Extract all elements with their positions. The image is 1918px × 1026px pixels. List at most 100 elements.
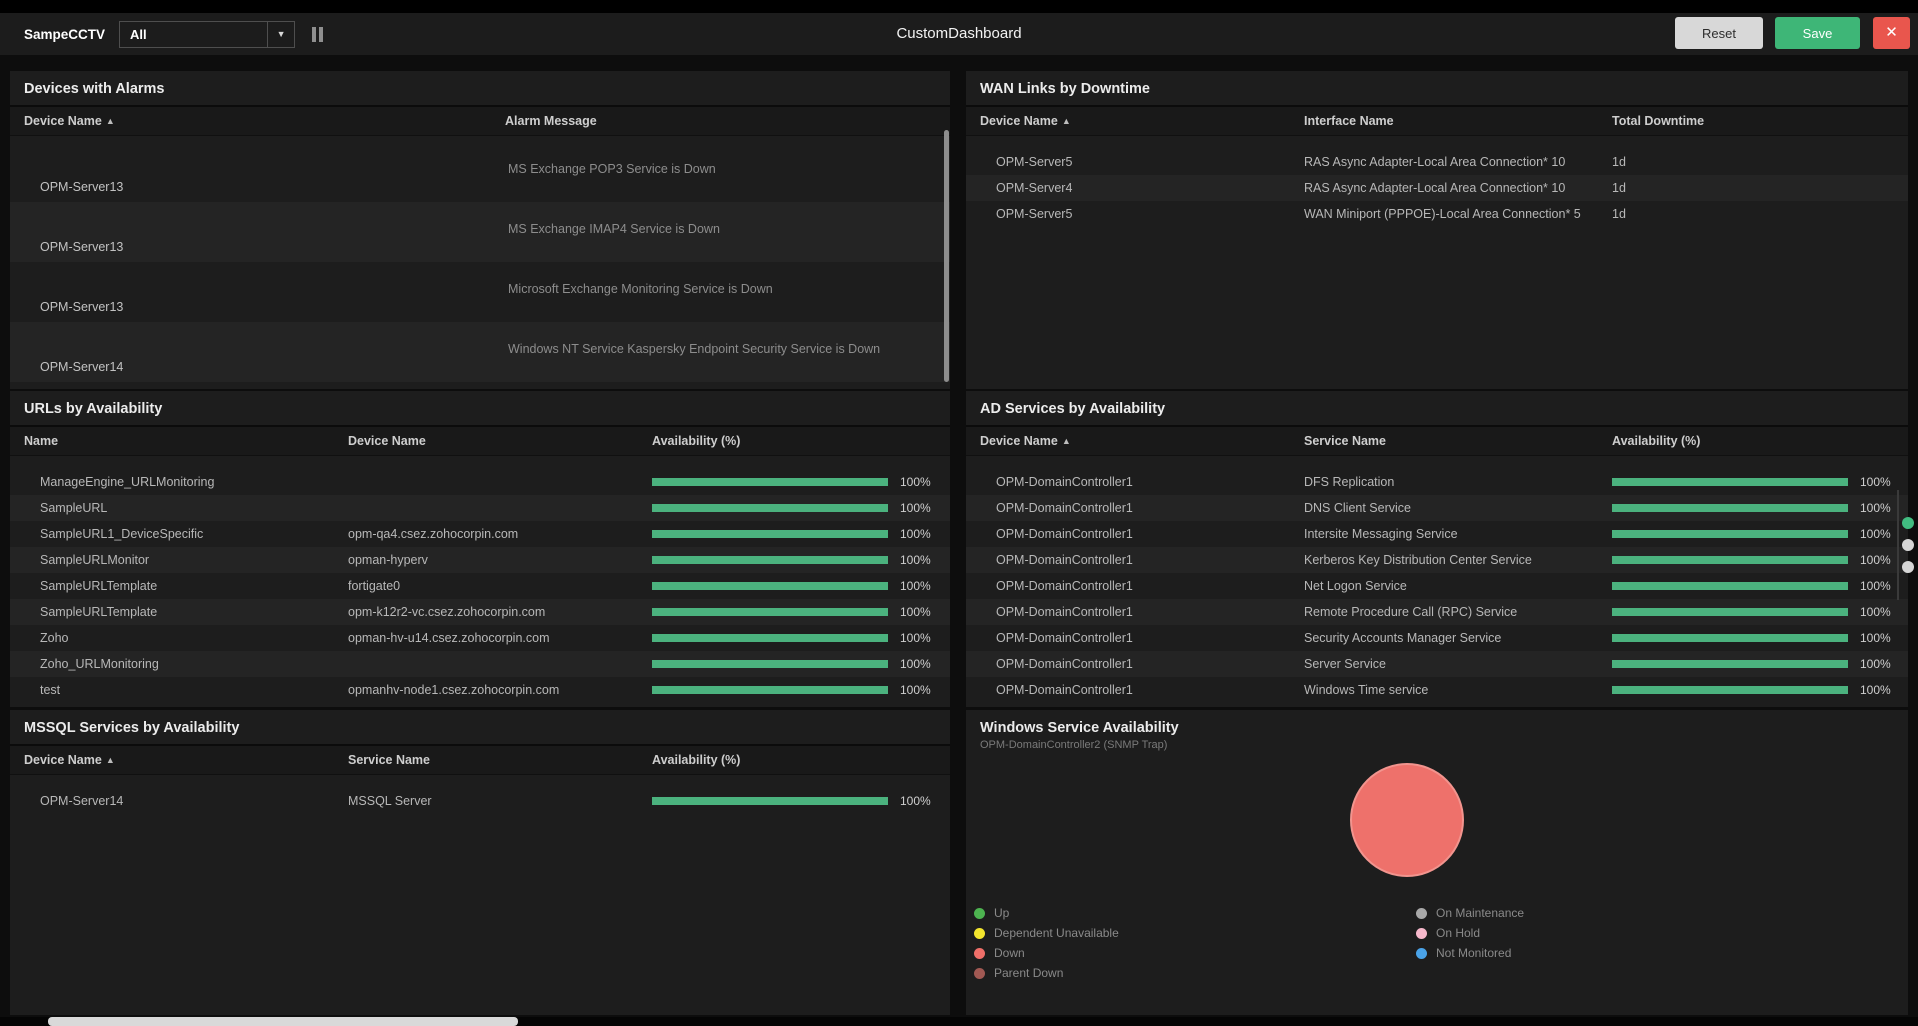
table-cell-device: opman-hv-u14.csez.zohocorpin.com (348, 631, 550, 645)
view-filter-dropdown[interactable]: All ▼ (119, 20, 296, 48)
availability-percent: 100% (1860, 475, 1891, 489)
save-button[interactable]: Save (1775, 17, 1860, 49)
table-row[interactable]: Microsoft Exchange Monitoring Service is… (10, 262, 950, 322)
table-row[interactable]: OPM-DomainController1 DNS Client Service 1… (966, 495, 1908, 521)
table-cell-name: SampleURLTemplate (40, 579, 158, 593)
legend-color-dot (974, 967, 985, 979)
legend-item[interactable]: Down (974, 946, 1025, 960)
close-button[interactable]: ✕ (1873, 17, 1910, 49)
table-cell-device: OPM-DomainController1 (996, 579, 1133, 593)
table-row[interactable]: OPM-Server4 RAS Async Adapter-Local Area … (966, 175, 1908, 201)
table-row[interactable]: OPM-DomainController1 Remote Procedure Ca… (966, 599, 1908, 625)
column-header-device-name[interactable]: Device Name (340, 434, 646, 448)
chevron-down-icon[interactable]: ▼ (267, 21, 294, 47)
table-cell-service: Remote Procedure Call (RPC) Service (1304, 605, 1518, 619)
legend-item[interactable]: Parent Down (974, 966, 1063, 980)
sort-asc-icon: ▲ (105, 116, 115, 126)
legend-item[interactable]: Not Monitored (1416, 946, 1511, 960)
availability-percent: 100% (900, 605, 931, 619)
availability-cell: 100% (1606, 501, 1908, 515)
vertical-scrollbar-thumb[interactable] (944, 130, 949, 382)
table-row[interactable]: OPM-DomainController1 Kerberos Key Distri… (966, 547, 1908, 573)
column-header-device-name[interactable]: Device Name ▲ (10, 753, 340, 767)
column-header-device-name[interactable]: Device Name ▲ (966, 434, 1296, 448)
table-row[interactable]: SampleURL1_DeviceSpecific opm-qa4.csez.zo… (10, 521, 950, 547)
legend-item[interactable]: On Hold (1416, 926, 1480, 940)
table-cell-service: Security Accounts Manager Service (1304, 631, 1502, 645)
pie-chart-down-slice[interactable] (1350, 763, 1464, 877)
table-row[interactable]: OPM-DomainController1 Net Logon Service 10… (966, 573, 1908, 599)
panel-subtitle: OPM-DomainController2 (SNMP Trap) (980, 739, 1168, 751)
availability-percent: 100% (900, 683, 931, 697)
table-row[interactable]: MS Exchange POP3 Service is Down OPM-Serv… (10, 142, 950, 202)
table-cell-interface: RAS Async Adapter-Local Area Connection*… (1304, 155, 1566, 169)
table-row[interactable]: Zoho opman-hv-u14.csez.zohocorpin.com 100% (10, 625, 950, 651)
column-header-service-name[interactable]: Service Name (1296, 434, 1606, 448)
page-indicator-dot[interactable] (1902, 539, 1914, 551)
column-header-interface-name[interactable]: Interface Name (1296, 114, 1606, 128)
column-header-device-name[interactable]: Device Name ▲ (966, 114, 1296, 128)
column-header-device-name[interactable]: Device Name ▲ (10, 114, 505, 128)
column-header-name[interactable]: Name (10, 434, 340, 448)
table-cell-name: SampleURLTemplate (40, 605, 158, 619)
table-body: ManageEngine_URLMonitoring 100% SampleURL 1… (10, 456, 950, 703)
table-row[interactable]: SampleURLTemplate fortigate0 100% (10, 573, 950, 599)
table-cell-service: Intersite Messaging Service (1304, 527, 1458, 541)
availability-bar (1612, 608, 1848, 616)
table-cell-device: OPM-DomainController1 (996, 657, 1133, 671)
table-row[interactable]: OPM-DomainController1 Windows Time servic… (966, 677, 1908, 703)
availability-cell: 100% (646, 475, 950, 489)
table-row[interactable]: ManageEngine_URLMonitoring 100% (10, 469, 950, 495)
legend-color-dot (1416, 927, 1427, 939)
table-row[interactable]: OPM-DomainController1 Server Service 100% (966, 651, 1908, 677)
availability-cell: 100% (646, 631, 950, 645)
table-row[interactable]: OPM-Server5 RAS Async Adapter-Local Area … (966, 149, 1908, 175)
table-cell-name: SampleURL (40, 501, 108, 515)
table-cell-device: fortigate0 (348, 579, 401, 593)
column-header-availability[interactable]: Availability (%) (646, 753, 950, 767)
table-cell-interface: RAS Async Adapter-Local Area Connection*… (1304, 181, 1566, 195)
sort-asc-icon: ▲ (105, 755, 115, 765)
availability-bar (1612, 556, 1848, 564)
legend-item[interactable]: Up (974, 906, 1009, 920)
availability-bar (652, 530, 888, 538)
availability-percent: 100% (1860, 657, 1891, 671)
column-header-service-name[interactable]: Service Name (340, 753, 646, 767)
close-icon: ✕ (1885, 24, 1898, 41)
column-header-availability[interactable]: Availability (%) (1606, 434, 1908, 448)
table-row[interactable]: OPM-DomainController1 Security Accounts M… (966, 625, 1908, 651)
table-row[interactable]: OPM-Server14 MSSQL Server 100% (10, 788, 950, 814)
page-indicator-dot[interactable] (1902, 561, 1914, 573)
table-row[interactable]: OPM-Server5 WAN Miniport (PPPOE)-Local Ar… (966, 201, 1908, 227)
legend-item[interactable]: Dependent Unavailable (974, 926, 1119, 940)
availability-cell: 100% (646, 579, 950, 593)
availability-bar (652, 660, 888, 668)
column-header-availability[interactable]: Availability (%) (646, 434, 950, 448)
sort-asc-icon: ▲ (1061, 116, 1071, 126)
table-header-row: Device Name ▲ Service Name Availability (… (10, 746, 950, 775)
page-indicator-dot-active[interactable] (1902, 517, 1914, 529)
horizontal-scrollbar-thumb[interactable] (48, 1017, 518, 1026)
reset-button[interactable]: Reset (1675, 17, 1763, 49)
table-row[interactable]: OPM-DomainController1 Intersite Messaging… (966, 521, 1908, 547)
table-cell-device: opm-k12r2-vc.csez.zohocorpin.com (348, 605, 546, 619)
table-row[interactable]: SampleURLMonitor opman-hyperv 100% (10, 547, 950, 573)
table-row[interactable]: Zoho_URLMonitoring 100% (10, 651, 950, 677)
table-row[interactable]: test opmanhv-node1.csez.zohocorpin.com 100… (10, 677, 950, 703)
column-header-total-downtime[interactable]: Total Downtime (1606, 114, 1908, 128)
legend-label: On Hold (1436, 926, 1481, 940)
table-row[interactable]: OPM-DomainController1 DFS Replication 100% (966, 469, 1908, 495)
table-row[interactable]: SampleURL 100% (10, 495, 950, 521)
table-row[interactable]: MS Exchange IMAP4 Service is Down OPM-Ser… (10, 202, 950, 262)
legend-item[interactable]: On Maintenance (1416, 906, 1524, 920)
alarm-message: Microsoft Exchange Monitoring Service is… (508, 282, 773, 296)
table-cell-name: SampleURL1_DeviceSpecific (40, 527, 204, 541)
table-row[interactable]: Windows NT Service Kaspersky Endpoint Se… (10, 322, 950, 382)
top-bar: SampeCCTV All ▼ CustomDashboard Reset Sa… (0, 0, 1918, 55)
table-row[interactable]: SampleURLTemplate opm-k12r2-vc.csez.zohoc… (10, 599, 950, 625)
pause-icon[interactable] (312, 26, 324, 42)
table-cell-device: OPM-DomainController1 (996, 631, 1133, 645)
table-cell-device: OPM-DomainController1 (996, 527, 1133, 541)
column-header-alarm-message[interactable]: Alarm Message (505, 114, 950, 128)
availability-cell: 100% (646, 605, 950, 619)
